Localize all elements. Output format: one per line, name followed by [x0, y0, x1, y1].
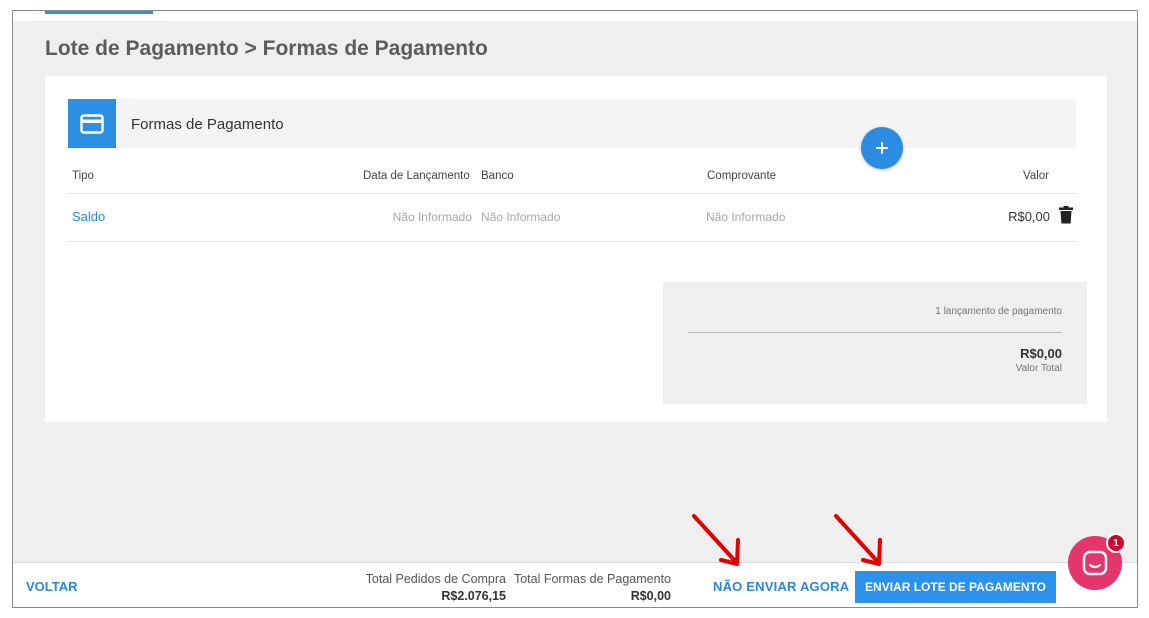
section-header: Formas de Pagamento: [68, 99, 1076, 148]
cell-banco: Não Informado: [481, 210, 561, 224]
payment-methods-card: Formas de Pagamento Tipo Data de Lançame…: [45, 76, 1107, 422]
skip-send-button[interactable]: NÃO ENVIAR AGORA: [713, 579, 849, 594]
row-divider: [68, 241, 1076, 242]
column-header-tipo: Tipo: [72, 170, 94, 182]
footer-bar: VOLTAR Total Pedidos de Compra R$2.076,1…: [13, 562, 1137, 607]
summary-box: 1 lançamento de pagamento R$0,00 Valor T…: [663, 282, 1087, 404]
summary-total-value: R$0,00: [1020, 346, 1062, 361]
add-payment-button[interactable]: [861, 127, 903, 169]
chat-icon: [1082, 550, 1108, 576]
cell-valor: R$0,00: [1008, 209, 1050, 224]
trash-icon[interactable]: [1059, 206, 1073, 224]
total-formas-value: R$0,00: [630, 589, 671, 603]
total-formas-label: Total Formas de Pagamento: [513, 572, 671, 586]
app-window: Lote de Pagamento > Formas de Pagamento …: [12, 10, 1138, 608]
section-title: Formas de Pagamento: [131, 116, 284, 133]
back-button[interactable]: VOLTAR: [26, 579, 78, 594]
chat-notification-badge: 1: [1106, 533, 1126, 553]
cell-comprovante: Não Informado: [706, 210, 786, 224]
cell-data: Não Informado: [392, 210, 472, 224]
summary-divider: [688, 332, 1062, 333]
header-divider: [68, 193, 1076, 194]
total-pedidos-label: Total Pedidos de Compra: [365, 572, 506, 586]
plus-icon: [876, 142, 888, 154]
summary-total-label: Valor Total: [1015, 363, 1062, 374]
payment-type-link[interactable]: Saldo: [72, 209, 105, 224]
column-header-data: Data de Lançamento: [363, 170, 470, 182]
top-bar: [13, 11, 1137, 21]
column-header-comprovante: Comprovante: [707, 170, 777, 182]
summary-count: 1 lançamento de pagamento: [935, 306, 1062, 317]
column-header-valor: Valor: [1023, 170, 1049, 182]
column-header-banco: Banco: [481, 170, 514, 182]
credit-card-icon: [68, 99, 116, 148]
active-tab-indicator[interactable]: [45, 11, 153, 14]
total-pedidos-value: R$2.076,15: [441, 589, 506, 603]
send-batch-button[interactable]: ENVIAR LOTE DE PAGAMENTO: [855, 571, 1056, 603]
page-title: Lote de Pagamento > Formas de Pagamento: [45, 37, 488, 60]
